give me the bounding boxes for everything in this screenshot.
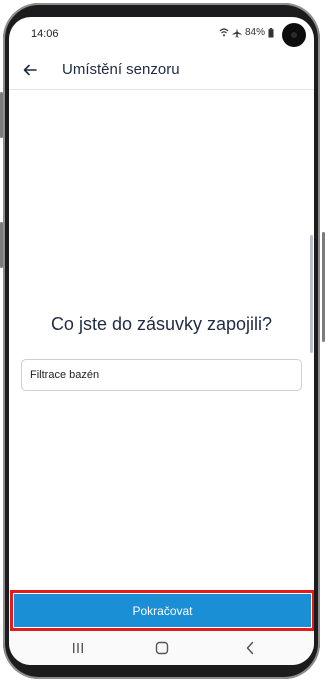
battery-icon bbox=[268, 27, 274, 37]
scrollbar[interactable] bbox=[310, 235, 313, 353]
volume-button bbox=[0, 222, 3, 268]
home-button[interactable] bbox=[147, 638, 177, 658]
screen: 14:06 84% Umístění senzoru Co jste do zá… bbox=[9, 17, 314, 665]
wifi-icon bbox=[219, 28, 229, 37]
arrow-left-icon bbox=[23, 64, 37, 76]
device-name-input[interactable]: Filtrace bazén bbox=[21, 359, 302, 391]
back-button[interactable] bbox=[19, 59, 41, 81]
airplane-icon bbox=[232, 28, 242, 37]
home-icon bbox=[155, 641, 169, 655]
navigation-bar bbox=[9, 631, 314, 665]
recents-icon bbox=[73, 643, 83, 653]
front-camera bbox=[282, 23, 306, 47]
question-heading: Co jste do zásuvky zapojili? bbox=[50, 314, 273, 334]
power-button bbox=[0, 92, 3, 138]
continue-button[interactable]: Pokračovat bbox=[14, 594, 311, 627]
nav-back-button[interactable] bbox=[235, 638, 265, 658]
page-title: Umístění senzoru bbox=[62, 61, 180, 78]
status-bar: 14:06 84% bbox=[9, 17, 314, 51]
battery-percent: 84% bbox=[244, 27, 265, 38]
status-time: 14:06 bbox=[31, 28, 59, 40]
back-icon bbox=[246, 641, 254, 655]
recents-button[interactable] bbox=[63, 638, 93, 658]
app-bar: Umístění senzoru bbox=[9, 51, 314, 90]
status-icons: 84% bbox=[219, 27, 274, 38]
